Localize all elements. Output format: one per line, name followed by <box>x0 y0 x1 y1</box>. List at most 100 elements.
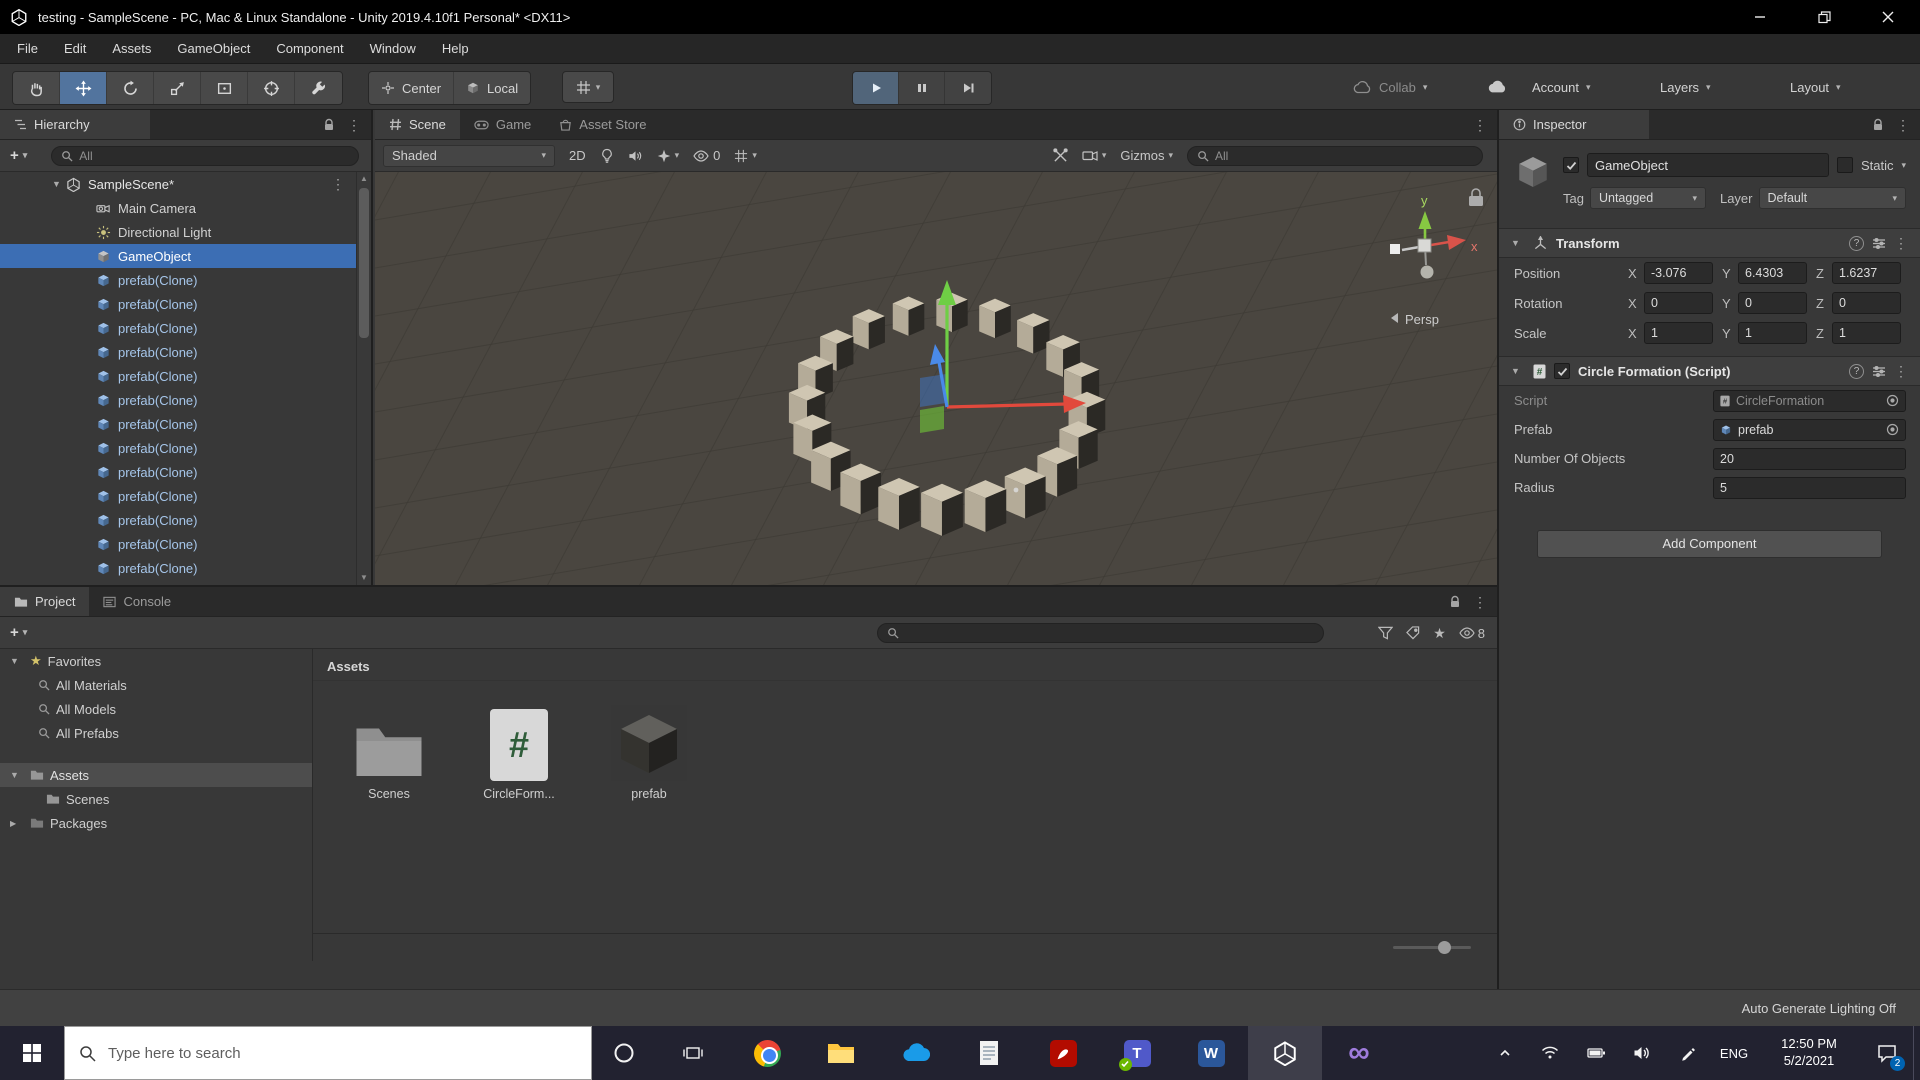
position-z-field[interactable]: 1.6237 <box>1832 262 1901 284</box>
search-by-type-icon[interactable] <box>1378 626 1393 640</box>
account-dropdown[interactable]: Account▾ <box>1532 71 1591 103</box>
hierarchy-item-prefab-clone[interactable]: prefab(Clone) <box>0 316 371 340</box>
menu-file[interactable]: File <box>4 34 51 64</box>
scene-menu-icon[interactable]: ⋮ <box>1473 117 1487 134</box>
visual-studio-taskbar-icon[interactable]: ∞ <box>1322 1026 1396 1080</box>
scene-visibility-toggle[interactable]: 0 <box>693 148 720 163</box>
scene-lighting-button[interactable] <box>600 148 614 163</box>
scene-gizmo-lock-icon[interactable] <box>1469 189 1483 206</box>
asset-item-scenes[interactable]: Scenes <box>339 697 439 801</box>
hierarchy-scene-row[interactable]: ▼ SampleScene* ⋮ <box>0 172 371 196</box>
hidden-icons-button[interactable] <box>1483 1026 1527 1080</box>
all-materials-row[interactable]: All Materials <box>0 673 312 697</box>
asset-store-tab[interactable]: Asset Store <box>545 110 660 139</box>
scenes-folder-row[interactable]: Scenes <box>0 787 312 811</box>
project-create-button[interactable]: +▾ <box>0 624 37 641</box>
volume-tray-icon[interactable] <box>1619 1026 1665 1080</box>
play-button[interactable] <box>853 72 899 104</box>
project-tab[interactable]: Project <box>0 587 89 616</box>
script-object-field[interactable]: # CircleFormation <box>1713 390 1906 412</box>
hierarchy-item-prefab-clone[interactable]: prefab(Clone) <box>0 412 371 436</box>
hierarchy-item-prefab-clone[interactable]: prefab(Clone) <box>0 460 371 484</box>
asset-item-prefab[interactable]: prefab <box>599 697 699 801</box>
static-checkbox[interactable] <box>1837 157 1853 173</box>
language-indicator[interactable]: ENG <box>1711 1026 1757 1080</box>
action-center-button[interactable]: 2 <box>1861 1026 1913 1080</box>
number-of-objects-field[interactable]: 20 <box>1713 448 1906 470</box>
scene-camera-dropdown[interactable]: ▾ <box>1082 149 1107 162</box>
unity-taskbar-icon[interactable] <box>1248 1026 1322 1080</box>
restore-button[interactable] <box>1792 0 1856 34</box>
rotate-tool-button[interactable] <box>107 72 154 104</box>
component-menu-icon[interactable]: ⋮ <box>1894 363 1908 380</box>
layout-dropdown[interactable]: Layout▾ <box>1790 71 1841 103</box>
component-menu-icon[interactable]: ⋮ <box>1894 235 1908 252</box>
minimize-button[interactable] <box>1728 0 1792 34</box>
scroll-thumb[interactable] <box>359 188 369 338</box>
acrobat-taskbar-icon[interactable] <box>1026 1026 1100 1080</box>
projection-label[interactable]: Persp <box>1405 312 1439 327</box>
scene-tab[interactable]: Scene <box>375 110 460 139</box>
game-tab[interactable]: Game <box>460 110 545 139</box>
layers-dropdown[interactable]: Layers▾ <box>1660 71 1711 103</box>
transform-tool-button[interactable] <box>248 72 295 104</box>
scene-tools-button[interactable] <box>1053 148 1068 163</box>
radius-field[interactable]: 5 <box>1713 477 1906 499</box>
pen-tray-icon[interactable] <box>1665 1026 1711 1080</box>
position-x-field[interactable]: -3.076 <box>1644 262 1713 284</box>
lock-icon[interactable] <box>323 118 335 132</box>
collab-dropdown[interactable]: Collab▾ <box>1352 71 1427 103</box>
scene-viewport[interactable]: y x Persp <box>375 172 1497 585</box>
help-icon[interactable]: ? <box>1849 236 1864 251</box>
rotation-z-field[interactable]: 0 <box>1832 292 1901 314</box>
move-tool-button[interactable] <box>60 72 107 104</box>
object-picker-icon[interactable] <box>1886 423 1899 436</box>
foldout-arrow-icon[interactable]: ▼ <box>1511 366 1525 376</box>
all-prefabs-row[interactable]: All Prefabs <box>0 721 312 745</box>
layer-dropdown[interactable]: Default▾ <box>1759 187 1907 209</box>
step-button[interactable] <box>945 72 991 104</box>
cortana-button[interactable] <box>592 1026 656 1080</box>
chrome-taskbar-icon[interactable] <box>730 1026 804 1080</box>
hierarchy-tab[interactable]: Hierarchy <box>0 110 150 139</box>
menu-help[interactable]: Help <box>429 34 482 64</box>
pivot-mode-button[interactable]: Center <box>369 72 454 104</box>
project-menu-icon[interactable]: ⋮ <box>1473 594 1487 611</box>
hierarchy-create-button[interactable]: +▾ <box>0 147 37 164</box>
hierarchy-item-prefab-clone[interactable]: prefab(Clone) <box>0 436 371 460</box>
gizmos-dropdown[interactable]: Gizmos▾ <box>1120 148 1173 163</box>
menu-assets[interactable]: Assets <box>99 34 164 64</box>
taskbar-clock[interactable]: 12:50 PM 5/2/2021 <box>1757 1026 1861 1080</box>
rect-tool-button[interactable] <box>201 72 248 104</box>
object-picker-icon[interactable] <box>1886 394 1899 407</box>
inspector-menu-icon[interactable]: ⋮ <box>1896 117 1910 134</box>
hierarchy-search-input[interactable]: All <box>51 146 359 166</box>
scale-x-field[interactable]: 1 <box>1644 322 1713 344</box>
menu-gameobject[interactable]: GameObject <box>164 34 263 64</box>
space-mode-button[interactable]: Local <box>454 72 530 104</box>
2d-toggle-button[interactable]: 2D <box>569 148 586 163</box>
presets-icon[interactable] <box>1872 365 1886 378</box>
inspector-tab[interactable]: Inspector <box>1499 110 1649 139</box>
menu-component[interactable]: Component <box>263 34 356 64</box>
battery-tray-icon[interactable] <box>1573 1026 1619 1080</box>
hierarchy-item-directional-light[interactable]: Directional Light <box>0 220 371 244</box>
foldout-arrow-icon[interactable]: ▼ <box>1511 238 1525 248</box>
console-tab[interactable]: Console <box>89 587 185 616</box>
hierarchy-item-prefab-clone[interactable]: prefab(Clone) <box>0 508 371 532</box>
hierarchy-item-prefab-clone[interactable]: prefab(Clone) <box>0 364 371 388</box>
file-explorer-taskbar-icon[interactable] <box>804 1026 878 1080</box>
position-y-field[interactable]: 6.4303 <box>1738 262 1807 284</box>
assets-folder-row[interactable]: ▼ Assets <box>0 763 312 787</box>
scale-y-field[interactable]: 1 <box>1738 322 1807 344</box>
presets-icon[interactable] <box>1872 237 1886 250</box>
shading-mode-dropdown[interactable]: Shaded▾ <box>383 145 555 167</box>
lock-icon[interactable] <box>1449 595 1461 609</box>
scene-options-icon[interactable]: ⋮ <box>331 176 345 193</box>
hand-tool-button[interactable] <box>13 72 60 104</box>
scene-grid-dropdown[interactable]: ▾ <box>734 149 757 163</box>
scale-tool-button[interactable] <box>154 72 201 104</box>
scene-effects-dropdown[interactable]: ▾ <box>657 149 680 163</box>
active-checkbox[interactable] <box>1563 157 1579 173</box>
asset-item-circleformation-script[interactable]: # CircleForm... <box>469 697 569 801</box>
